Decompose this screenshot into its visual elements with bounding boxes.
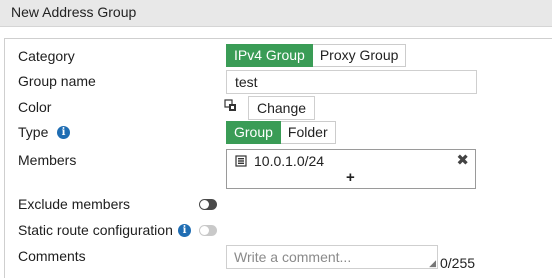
category-selector: IPv4 Group Proxy Group [226, 44, 407, 67]
members-label: Members [18, 152, 77, 168]
category-option-ipv4[interactable]: IPv4 Group [226, 44, 313, 67]
members-field[interactable]: 10.0.1.0/24 ✖ + [226, 149, 476, 189]
static-route-toggle[interactable] [199, 225, 217, 236]
color-swatch-icon [224, 99, 238, 116]
remove-member-icon[interactable]: ✖ [456, 151, 469, 169]
dialog-title-bar: New Address Group [0, 0, 552, 27]
toggle-knob [200, 200, 209, 209]
type-label: Type [18, 124, 49, 140]
comments-placeholder: Write a comment... [234, 249, 352, 265]
type-option-folder[interactable]: Folder [280, 121, 336, 144]
group-name-label: Group name [18, 73, 96, 89]
dialog-title: New Address Group [11, 4, 137, 20]
static-route-label: Static route configuration [18, 222, 173, 238]
comments-counter: 0/255 [440, 255, 476, 271]
comments-label: Comments [18, 248, 86, 264]
type-selector: Group Folder [226, 121, 336, 144]
category-label: Category [18, 48, 75, 64]
static-route-info-icon[interactable]: i [178, 224, 191, 237]
color-label: Color [18, 99, 52, 115]
address-object-icon [235, 155, 247, 167]
toggle-knob [200, 226, 209, 235]
comments-textarea[interactable]: Write a comment... ◢ [226, 245, 438, 269]
add-member-button[interactable]: + [346, 169, 355, 186]
exclude-members-label: Exclude members [18, 196, 131, 212]
type-info-icon[interactable]: i [57, 126, 70, 139]
exclude-members-toggle[interactable] [199, 199, 217, 210]
group-name-input[interactable]: test [226, 70, 477, 94]
color-change-button[interactable]: Change [248, 96, 316, 120]
member-item-name: 10.0.1.0/24 [254, 153, 325, 169]
type-option-group[interactable]: Group [226, 121, 281, 144]
resize-grip-icon[interactable]: ◢ [429, 259, 436, 268]
member-item: 10.0.1.0/24 [235, 153, 324, 169]
category-option-proxy[interactable]: Proxy Group [312, 44, 407, 67]
